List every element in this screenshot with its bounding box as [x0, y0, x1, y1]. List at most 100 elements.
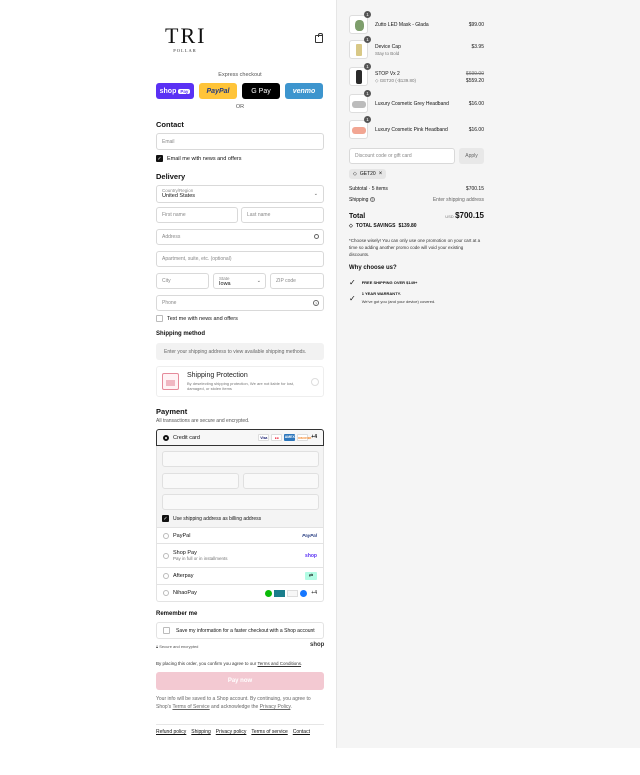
- google-pay-button[interactable]: G Pay: [242, 83, 280, 99]
- text-news-label: Text me with news and offers: [167, 315, 238, 322]
- terms-link[interactable]: Terms and Conditions: [257, 661, 301, 666]
- email-news-checkbox-row[interactable]: ✓ Email me with news and offers: [156, 155, 242, 162]
- billing-same-checkbox[interactable]: ✓: [162, 515, 169, 522]
- reason-free-shipping: ✓ FREE SHIPPING OVER $149+: [349, 278, 417, 287]
- state-select[interactable]: State Iowa ⌄: [213, 273, 266, 289]
- paypal-option[interactable]: PayPal PayPal: [156, 528, 324, 544]
- last-name-field[interactable]: Last name: [241, 207, 324, 223]
- country-select[interactable]: Country/Region United States ⌄: [156, 185, 324, 203]
- country-value: United States: [162, 193, 196, 199]
- payment-subtitle: All transactions are secure and encrypte…: [156, 418, 250, 424]
- cart-bag-icon[interactable]: [315, 33, 323, 43]
- visa-icon: Visa: [258, 434, 270, 441]
- credit-card-option[interactable]: Credit card Visa ●● AMEX DISCOVER +4: [156, 429, 324, 446]
- venmo-logo: venmo: [292, 87, 316, 95]
- help-icon[interactable]: ?: [369, 197, 375, 202]
- help-icon[interactable]: ?: [313, 300, 319, 306]
- billing-same-checkbox-row[interactable]: ✓ Use shipping address as billing addres…: [162, 515, 261, 522]
- remember-me-option[interactable]: Save my information for a faster checkou…: [156, 622, 324, 639]
- shipping-link[interactable]: Shipping: [191, 729, 210, 735]
- first-name-field[interactable]: First name: [156, 207, 238, 223]
- phone-field[interactable]: Phone ?: [156, 295, 324, 311]
- footer-divider: [156, 724, 324, 725]
- afterpay-radio[interactable]: [163, 573, 169, 579]
- shipping-method-heading: Shipping method: [156, 331, 205, 337]
- package-shape: [166, 380, 175, 386]
- cart-item: 1 Zutto LED Mask - Glada $99.00: [349, 11, 484, 35]
- quantity-badge: 1: [364, 116, 371, 123]
- card-number-field[interactable]: [162, 451, 319, 467]
- payment-heading: Payment: [156, 407, 188, 416]
- shop-privacy-link[interactable]: Privacy Policy: [260, 704, 291, 710]
- afterpay-icon: ⇄: [305, 572, 317, 580]
- shop-pay-radio[interactable]: [163, 552, 169, 559]
- brand-name: TRI: [165, 23, 207, 48]
- security-code-field[interactable]: [243, 473, 319, 489]
- amex-icon: AMEX: [284, 434, 296, 441]
- email-news-label: Email me with news and offers: [167, 155, 242, 162]
- subtotal-label: Subtotal · 5 items: [349, 186, 388, 192]
- remember-me-checkbox[interactable]: [163, 627, 170, 634]
- product-thumbnail: [349, 15, 368, 34]
- venmo-button[interactable]: venmo: [285, 83, 323, 99]
- email-field[interactable]: Email: [156, 133, 324, 150]
- item-name: Luxury Cosmetic Pink Headband: [375, 127, 448, 133]
- zip-field[interactable]: ZIP code: [270, 273, 324, 289]
- credit-card-radio[interactable]: [163, 434, 169, 441]
- google-pay-logo: G Pay: [251, 87, 271, 95]
- item-name: Device Cap: [375, 44, 401, 50]
- more-cards-label: +4: [311, 434, 317, 440]
- reason-free-shipping-text: FREE SHIPPING OVER $149+: [361, 280, 418, 285]
- address-field[interactable]: Address: [156, 229, 324, 245]
- expiration-field[interactable]: [162, 473, 239, 489]
- product-thumbnail: [349, 94, 368, 113]
- apply-button[interactable]: Apply: [459, 148, 484, 164]
- nihaopay-radio[interactable]: [163, 590, 169, 596]
- brand-sub: POLLAR: [173, 48, 197, 53]
- shop-tos-link[interactable]: Terms of Service: [172, 704, 209, 710]
- savings-label: TOTAL SAVINGS: [355, 223, 396, 229]
- paypal-button[interactable]: PayPal: [199, 83, 237, 99]
- shipping-value: Enter shipping address: [432, 197, 484, 203]
- quantity-badge: 1: [364, 90, 371, 97]
- refund-policy-link[interactable]: Refund policy: [156, 729, 186, 735]
- shipping-protection-card[interactable]: Shipping Protection By deselecting shipp…: [156, 366, 324, 397]
- contact-link[interactable]: Contact: [293, 729, 310, 735]
- name-on-card-field[interactable]: [162, 494, 319, 510]
- apartment-field[interactable]: Apartment, suite, etc. (optional): [156, 251, 324, 267]
- checkmark-icon: ✓: [349, 278, 356, 287]
- paypal-radio[interactable]: [163, 532, 169, 539]
- pink-headband-image: [352, 127, 366, 134]
- first-name-placeholder: First name: [162, 212, 186, 218]
- shop-pay-option[interactable]: Shop Pay Pay in full or in installments …: [156, 544, 324, 568]
- reason-warranty: ✓ 1 YEAR WARRANTY. We've got you (and yo…: [349, 290, 435, 306]
- footer-links: Refund policy Shipping Privacy policy Te…: [156, 729, 315, 735]
- total-savings: ◇ TOTAL SAVINGS $139.80: [349, 223, 417, 229]
- text-news-checkbox-row[interactable]: Text me with news and offers: [156, 315, 238, 322]
- discount-code-field[interactable]: Discount code or gift card: [349, 148, 455, 164]
- city-field[interactable]: City: [156, 273, 209, 289]
- brand-logo[interactable]: TRI POLLAR: [165, 23, 207, 54]
- pay-now-button[interactable]: Pay now: [156, 672, 324, 690]
- item-name: Zutto LED Mask - Glada: [375, 22, 429, 28]
- remember-me-label: Save my information for a faster checkou…: [176, 627, 315, 634]
- nihaopay-option[interactable]: NihaoPay +4: [156, 585, 324, 602]
- terms-of-service-link[interactable]: Terms of service: [251, 729, 287, 735]
- total-row: Total USD $700.15: [349, 211, 484, 220]
- grey-headband-image: [352, 101, 366, 108]
- cart-item: 1 STOP Vx 2 ◇ GET20 (-$139.80) $699.00 $…: [349, 63, 484, 87]
- search-icon: [314, 234, 319, 239]
- discount-chip: ◇ GET20 ×: [349, 169, 387, 179]
- text-news-checkbox[interactable]: [156, 315, 163, 322]
- shipping-protection-toggle[interactable]: [311, 378, 319, 386]
- state-value: Iowa: [219, 281, 231, 287]
- email-news-checkbox[interactable]: ✓: [156, 155, 163, 162]
- remove-discount-icon[interactable]: ×: [379, 171, 383, 177]
- shipping-method-info-text: Enter your shipping address to view avai…: [164, 348, 307, 355]
- wechat-pay-icon: [265, 589, 273, 597]
- shop-pay-button[interactable]: shop Pay: [156, 83, 194, 99]
- privacy-policy-link[interactable]: Privacy policy: [216, 729, 247, 735]
- afterpay-option[interactable]: Afterpay ⇄: [156, 568, 324, 585]
- contact-heading: Contact: [156, 120, 184, 129]
- terms-prefix: By placing this order, you confirm you a…: [156, 661, 258, 666]
